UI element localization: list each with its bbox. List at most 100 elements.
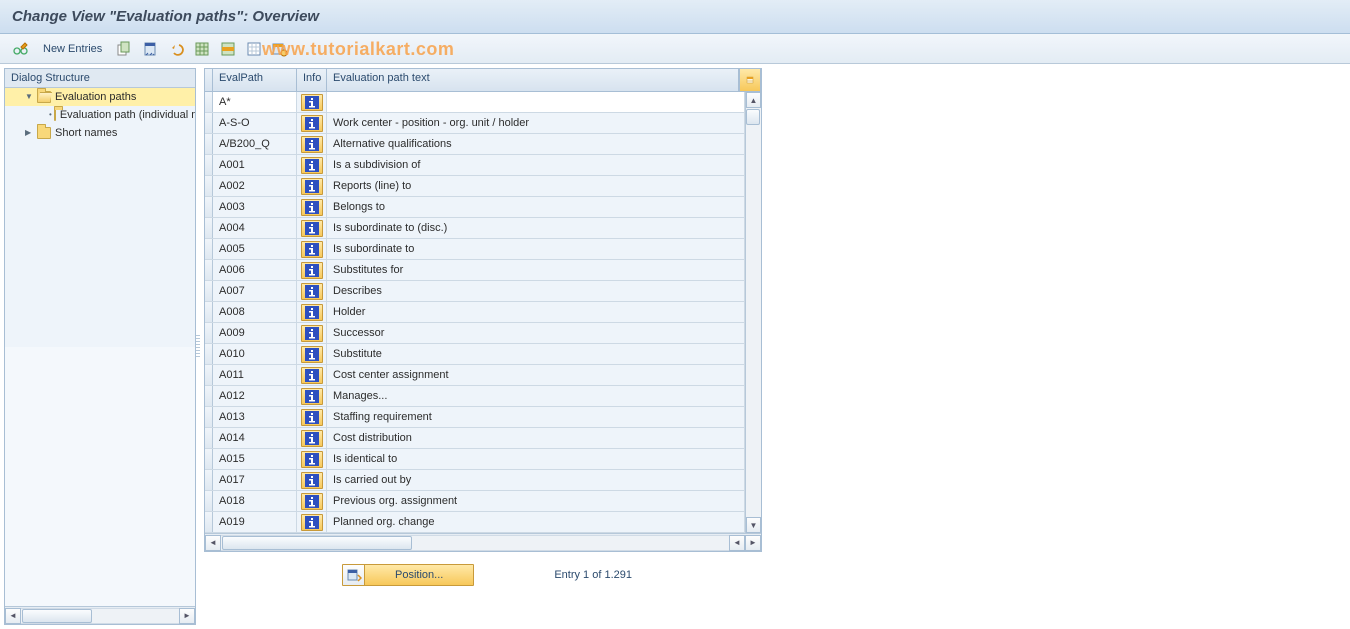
table-row[interactable]: A006 Substitutes for [205, 260, 745, 281]
table-row[interactable]: A004Is subordinate to (disc.) [205, 218, 745, 239]
info-button[interactable] [301, 493, 323, 510]
cell-evalpath[interactable]: A012 [213, 386, 297, 406]
splitter-handle[interactable] [196, 64, 202, 629]
position-button[interactable]: Position... [342, 564, 474, 586]
column-header-evalpath[interactable]: EvalPath [213, 69, 297, 91]
row-selector[interactable] [205, 134, 213, 154]
cell-evalpath[interactable]: A010 [213, 344, 297, 364]
table-row[interactable]: A019 Planned org. change [205, 512, 745, 533]
cell-evalpath[interactable]: A007 [213, 281, 297, 301]
table-row[interactable]: A014 Cost distribution [205, 428, 745, 449]
table-row[interactable]: A017Is carried out by [205, 470, 745, 491]
cell-evaluation-path-text[interactable] [327, 92, 745, 112]
scroll-up-button[interactable]: ▲ [746, 92, 761, 108]
cell-evaluation-path-text[interactable]: Cost distribution [327, 428, 745, 448]
cell-evaluation-path-text[interactable]: Manages... [327, 386, 745, 406]
info-button[interactable] [301, 514, 323, 531]
info-button[interactable] [301, 262, 323, 279]
info-button[interactable] [301, 220, 323, 237]
info-button[interactable] [301, 199, 323, 216]
cell-evalpath[interactable]: A/B200_Q [213, 134, 297, 154]
cell-evaluation-path-text[interactable]: Substitutes for [327, 260, 745, 280]
info-button[interactable] [301, 367, 323, 384]
table-row[interactable]: A009Successor [205, 323, 745, 344]
table-vertical-scrollbar[interactable]: ▲ ▼ [745, 92, 761, 533]
info-button[interactable] [301, 346, 323, 363]
info-button[interactable] [301, 472, 323, 489]
row-selector[interactable] [205, 176, 213, 196]
row-selector[interactable] [205, 365, 213, 385]
cell-evalpath[interactable]: A019 [213, 512, 297, 532]
table-row[interactable]: A008Holder [205, 302, 745, 323]
table-row[interactable]: A015Is identical to [205, 449, 745, 470]
table-row[interactable]: A011Cost center assignment [205, 365, 745, 386]
table-row[interactable]: A013Staffing requirement [205, 407, 745, 428]
copy-as-button[interactable] [113, 38, 135, 60]
dialog-structure-tree[interactable]: ▼Evaluation paths•Evaluation path (indiv… [5, 88, 195, 347]
cell-evalpath[interactable]: A002 [213, 176, 297, 196]
tree-item[interactable]: •Evaluation path (individual maint.) [5, 106, 195, 124]
config-button[interactable] [269, 38, 291, 60]
row-selector[interactable] [205, 386, 213, 406]
info-button[interactable] [301, 136, 323, 153]
select-all-button[interactable] [191, 38, 213, 60]
table-scroll-left-button[interactable]: ◄ [205, 535, 221, 551]
cell-evaluation-path-text[interactable]: Describes [327, 281, 745, 301]
row-selector[interactable] [205, 302, 213, 322]
cell-evaluation-path-text[interactable]: Alternative qualifications [327, 134, 745, 154]
table-row[interactable]: A012 Manages... [205, 386, 745, 407]
info-button[interactable] [301, 430, 323, 447]
cell-evaluation-path-text[interactable]: Planned org. change [327, 512, 745, 532]
cell-evalpath[interactable]: A013 [213, 407, 297, 427]
cell-evalpath[interactable]: A014 [213, 428, 297, 448]
table-scroll-last-button[interactable]: ► [745, 535, 761, 551]
cell-evalpath[interactable]: A015 [213, 449, 297, 469]
tree-item[interactable]: ▶Short names [5, 124, 195, 142]
info-button[interactable] [301, 451, 323, 468]
cell-evaluation-path-text[interactable]: Cost center assignment [327, 365, 745, 385]
table-row[interactable]: A003Belongs to [205, 197, 745, 218]
cell-evaluation-path-text[interactable]: Is a subdivision of [327, 155, 745, 175]
info-button[interactable] [301, 178, 323, 195]
row-selector[interactable] [205, 407, 213, 427]
table-row[interactable]: A002 Reports (line) to [205, 176, 745, 197]
row-selector[interactable] [205, 323, 213, 343]
tree-horizontal-scrollbar[interactable]: ◄ ► [5, 606, 195, 624]
info-button[interactable] [301, 157, 323, 174]
row-selector[interactable] [205, 428, 213, 448]
row-selector[interactable] [205, 155, 213, 175]
row-selector[interactable] [205, 92, 213, 112]
column-header-text[interactable]: Evaluation path text [327, 69, 739, 91]
cell-evalpath[interactable]: A006 [213, 260, 297, 280]
row-selector[interactable] [205, 512, 213, 532]
cell-evaluation-path-text[interactable]: Holder [327, 302, 745, 322]
cell-evalpath[interactable]: A018 [213, 491, 297, 511]
cell-evalpath[interactable]: A-S-O [213, 113, 297, 133]
table-row[interactable]: A007 Describes [205, 281, 745, 302]
table-horizontal-scrollbar[interactable]: ◄ ◄ ► [205, 533, 761, 551]
info-button[interactable] [301, 304, 323, 321]
cell-evaluation-path-text[interactable]: Reports (line) to [327, 176, 745, 196]
cell-evaluation-path-text[interactable]: Is carried out by [327, 470, 745, 490]
info-button[interactable] [301, 94, 323, 111]
cell-evaluation-path-text[interactable]: Belongs to [327, 197, 745, 217]
table-row[interactable]: A-S-O Work center - position - org. unit … [205, 113, 745, 134]
tree-item[interactable]: ▼Evaluation paths [5, 88, 195, 106]
select-block-button[interactable] [217, 38, 239, 60]
table-vscroll-thumb[interactable] [746, 109, 760, 125]
row-selector[interactable] [205, 197, 213, 217]
info-button[interactable] [301, 115, 323, 132]
scroll-left-button[interactable]: ◄ [5, 608, 21, 624]
table-row[interactable]: A010Substitute [205, 344, 745, 365]
cell-evaluation-path-text[interactable]: Is subordinate to (disc.) [327, 218, 745, 238]
cell-evalpath[interactable]: A009 [213, 323, 297, 343]
other-view-button[interactable] [10, 38, 32, 60]
table-row[interactable]: A018Previous org. assignment [205, 491, 745, 512]
cell-evalpath[interactable]: A* [213, 92, 297, 112]
table-hscroll-thumb[interactable] [222, 536, 412, 550]
cell-evaluation-path-text[interactable]: Work center - position - org. unit / hol… [327, 113, 745, 133]
row-selector[interactable] [205, 113, 213, 133]
table-scroll-first-button[interactable]: ◄ [729, 535, 745, 551]
table-row[interactable]: A/B200_Q Alternative qualifications [205, 134, 745, 155]
row-selector[interactable] [205, 218, 213, 238]
